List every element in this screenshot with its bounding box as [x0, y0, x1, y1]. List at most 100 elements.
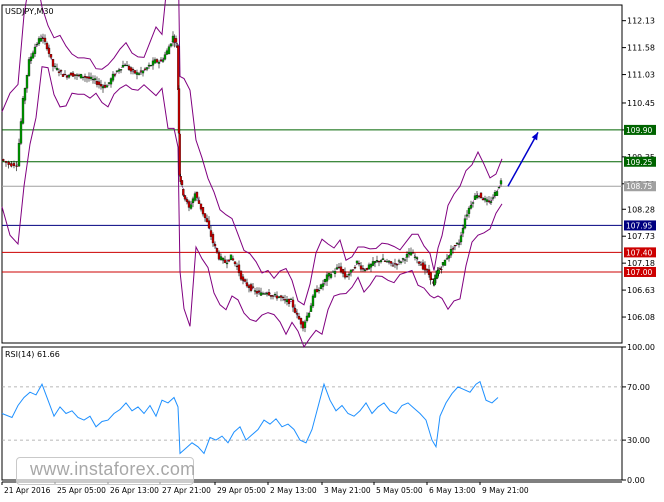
candle-bull: [93, 78, 97, 81]
candle-bull: [259, 292, 263, 296]
candle-bear: [295, 312, 299, 315]
candle-bull: [39, 37, 43, 42]
candle-bull: [147, 64, 151, 67]
candle-bull: [327, 272, 331, 277]
candle-bear: [12, 163, 16, 167]
candle-bear: [281, 296, 285, 299]
candle-bull: [27, 59, 31, 76]
candle-bull: [107, 82, 111, 84]
candle-bear: [287, 298, 291, 304]
candle-bear: [251, 286, 255, 288]
candle-bear: [283, 299, 287, 301]
candle-bear: [95, 81, 99, 85]
candle-bear: [419, 264, 423, 266]
candle-bear: [239, 270, 243, 280]
candle-bull: [493, 192, 497, 197]
candle-bear: [99, 84, 103, 87]
candle-bear: [185, 199, 189, 202]
candle-bull: [313, 289, 317, 298]
candle-bull: [261, 293, 265, 295]
candle-bull: [349, 269, 353, 273]
candle-bear: [45, 42, 49, 50]
candle-bear: [291, 299, 295, 308]
candle-bull: [347, 273, 351, 276]
candle-bull: [467, 207, 471, 214]
candle-bear: [41, 37, 45, 39]
candle-bear: [393, 263, 397, 265]
candle-bull: [407, 251, 411, 255]
candle-bull: [105, 85, 109, 88]
candle-bear: [174, 38, 178, 43]
candle-bull: [125, 64, 129, 67]
candle-bull: [331, 271, 335, 273]
candle-bear: [199, 203, 203, 210]
candle-bull: [135, 72, 139, 75]
candle-bull: [229, 254, 233, 261]
price-y-tick-label: 106.63: [627, 286, 655, 295]
level-label: 109.25: [626, 158, 652, 167]
price-y-tick-label: 110.45: [627, 99, 655, 108]
candle-bull: [123, 64, 127, 67]
level-label: 107.00: [626, 268, 652, 277]
candle-bear: [257, 290, 261, 293]
x-tick-label: 5 May 05:00: [376, 486, 423, 495]
candle-bear: [207, 220, 211, 229]
candle-bull: [363, 269, 367, 271]
candle-bull: [397, 260, 401, 262]
candle-bear: [487, 200, 491, 202]
rsi-y-tick-label: 70.00: [627, 383, 650, 392]
candle-bull: [373, 261, 377, 263]
candle-bear: [243, 279, 247, 282]
candle-bull: [457, 243, 461, 245]
candle-bear: [59, 70, 63, 72]
candle-bull: [309, 305, 313, 312]
candle-bear: [71, 72, 75, 77]
candle-bull: [55, 67, 59, 70]
candle-bear: [440, 268, 443, 271]
price-y-tick-label: 107.18: [627, 259, 655, 268]
candle-bear: [129, 67, 133, 72]
level-label: 108.75: [626, 182, 652, 191]
candle-bear: [411, 252, 415, 254]
candle-bull: [219, 256, 223, 260]
candle-bull: [277, 296, 281, 298]
candle-bear: [430, 278, 434, 280]
candle-bear: [339, 266, 343, 273]
candle-bull: [485, 199, 489, 202]
rsi-y-tick-label: 30.00: [627, 436, 650, 445]
candle-bull: [403, 259, 407, 261]
candle-bull: [475, 195, 479, 199]
candle-bull: [33, 46, 37, 54]
candle-bear: [195, 192, 199, 198]
candle-bear: [69, 72, 73, 76]
candle-bear: [178, 133, 181, 176]
candle-bull: [375, 260, 379, 262]
x-tick-label: 3 May 21:00: [324, 486, 371, 495]
price-y-tick-label: 112.13: [627, 17, 655, 26]
price-title: USDJPY,M30: [5, 7, 54, 16]
candle-bear: [343, 271, 347, 278]
candle-bear: [49, 54, 53, 58]
candle-bull: [369, 264, 373, 268]
candle-bear: [425, 269, 429, 271]
candle-bear: [209, 230, 213, 237]
candle-bull: [415, 257, 419, 259]
candle-bear: [231, 258, 235, 261]
candle-bull: [193, 193, 197, 201]
candle-bear: [103, 84, 107, 88]
x-tick-label: 29 Apr 05:00: [217, 486, 266, 495]
candle-bear: [301, 321, 305, 329]
candle-bull: [21, 97, 25, 124]
candle-bull: [317, 290, 321, 292]
candle-bull: [463, 218, 467, 229]
candle-bear: [197, 200, 201, 204]
price-y-tick-label: 111.58: [627, 44, 655, 53]
candle-bull: [111, 73, 115, 81]
candle-bear: [315, 289, 319, 293]
x-tick-label: 9 May 21:00: [482, 486, 529, 495]
candle-bear: [241, 276, 245, 281]
candle-bear: [187, 201, 191, 208]
level-label: 109.90: [626, 126, 652, 135]
candle-bull: [89, 76, 93, 79]
candle-bull: [25, 74, 29, 89]
